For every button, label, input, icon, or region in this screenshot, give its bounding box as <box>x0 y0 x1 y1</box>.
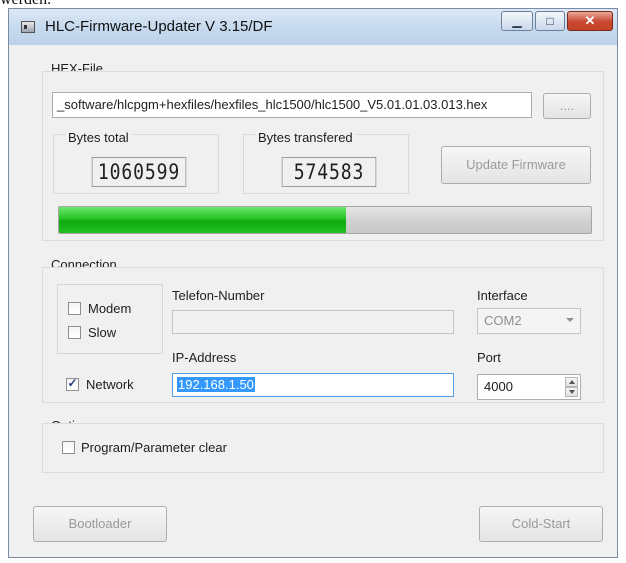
browse-button[interactable]: .... <box>543 93 591 119</box>
telefon-number-label: Telefon-Number <box>172 288 265 303</box>
port-value: 4000 <box>484 379 513 394</box>
bytes-transfered-display: 574583 <box>281 157 377 187</box>
app-window-icon[interactable] <box>21 21 35 33</box>
bytes-total-label: Bytes total <box>65 130 132 145</box>
program-parameter-clear-label: Program/Parameter clear <box>81 440 227 455</box>
modem-checkbox[interactable] <box>68 302 81 315</box>
ip-address-value: 192.168.1.50 <box>177 377 255 392</box>
program-parameter-clear-checkbox[interactable] <box>62 441 75 454</box>
hex-file-group: _software/hlcpgm+hexfiles/hexfiles_hlc15… <box>42 71 604 241</box>
connection-group: Modem Slow Telefon-Number Interface COM2… <box>42 267 604 403</box>
close-icon: ✕ <box>584 13 596 28</box>
port-spinbox[interactable]: 4000 <box>477 374 581 400</box>
network-checkbox[interactable]: ✓ <box>66 376 79 391</box>
bytes-total-display: 1060599 <box>91 157 187 187</box>
modem-label: Modem <box>88 301 132 316</box>
telefon-number-field[interactable] <box>172 310 454 334</box>
arrow-down-icon <box>569 390 575 394</box>
modem-options-box: Modem Slow <box>57 284 163 354</box>
transfer-progress-bar <box>58 206 592 234</box>
transfer-progress-fill <box>59 207 347 233</box>
title-bar[interactable]: HLC-Firmware-Updater V 3.15/DF ▁ □ ✕ <box>9 9 617 45</box>
maximize-icon: □ <box>546 14 554 28</box>
interface-label: Interface <box>477 288 528 303</box>
options-group: Program/Parameter clear <box>42 423 604 473</box>
arrow-up-icon <box>569 380 575 384</box>
interface-select[interactable]: COM2 <box>477 308 581 334</box>
bytes-transfered-label: Bytes transfered <box>255 130 356 145</box>
slow-checkbox[interactable] <box>68 326 81 339</box>
port-label: Port <box>477 350 501 365</box>
maximize-button[interactable]: □ <box>535 11 565 31</box>
bootloader-button[interactable]: Bootloader <box>33 506 167 542</box>
ip-address-field[interactable]: 192.168.1.50 <box>172 373 454 397</box>
firmware-updater-window: HLC-Firmware-Updater V 3.15/DF ▁ □ ✕ HEX… <box>8 8 618 558</box>
network-label: Network <box>86 377 134 392</box>
hex-file-path-field[interactable]: _software/hlcpgm+hexfiles/hexfiles_hlc15… <box>52 92 532 118</box>
update-firmware-button[interactable]: Update Firmware <box>441 146 591 184</box>
slow-label: Slow <box>88 325 117 340</box>
cold-start-button[interactable]: Cold-Start <box>479 506 603 542</box>
minimize-button[interactable]: ▁ <box>501 11 533 31</box>
interface-selected-value: COM2 <box>484 313 522 328</box>
port-decrement-button[interactable] <box>565 387 578 397</box>
network-check-mark: ✓ <box>67 376 78 390</box>
chevron-down-icon <box>566 318 574 322</box>
port-increment-button[interactable] <box>565 377 578 387</box>
close-button[interactable]: ✕ <box>567 11 613 31</box>
minimize-icon: ▁ <box>512 14 522 28</box>
port-spin-buttons <box>565 377 578 397</box>
window-title: HLC-Firmware-Updater V 3.15/DF <box>45 18 273 35</box>
ip-address-label: IP-Address <box>172 350 237 365</box>
